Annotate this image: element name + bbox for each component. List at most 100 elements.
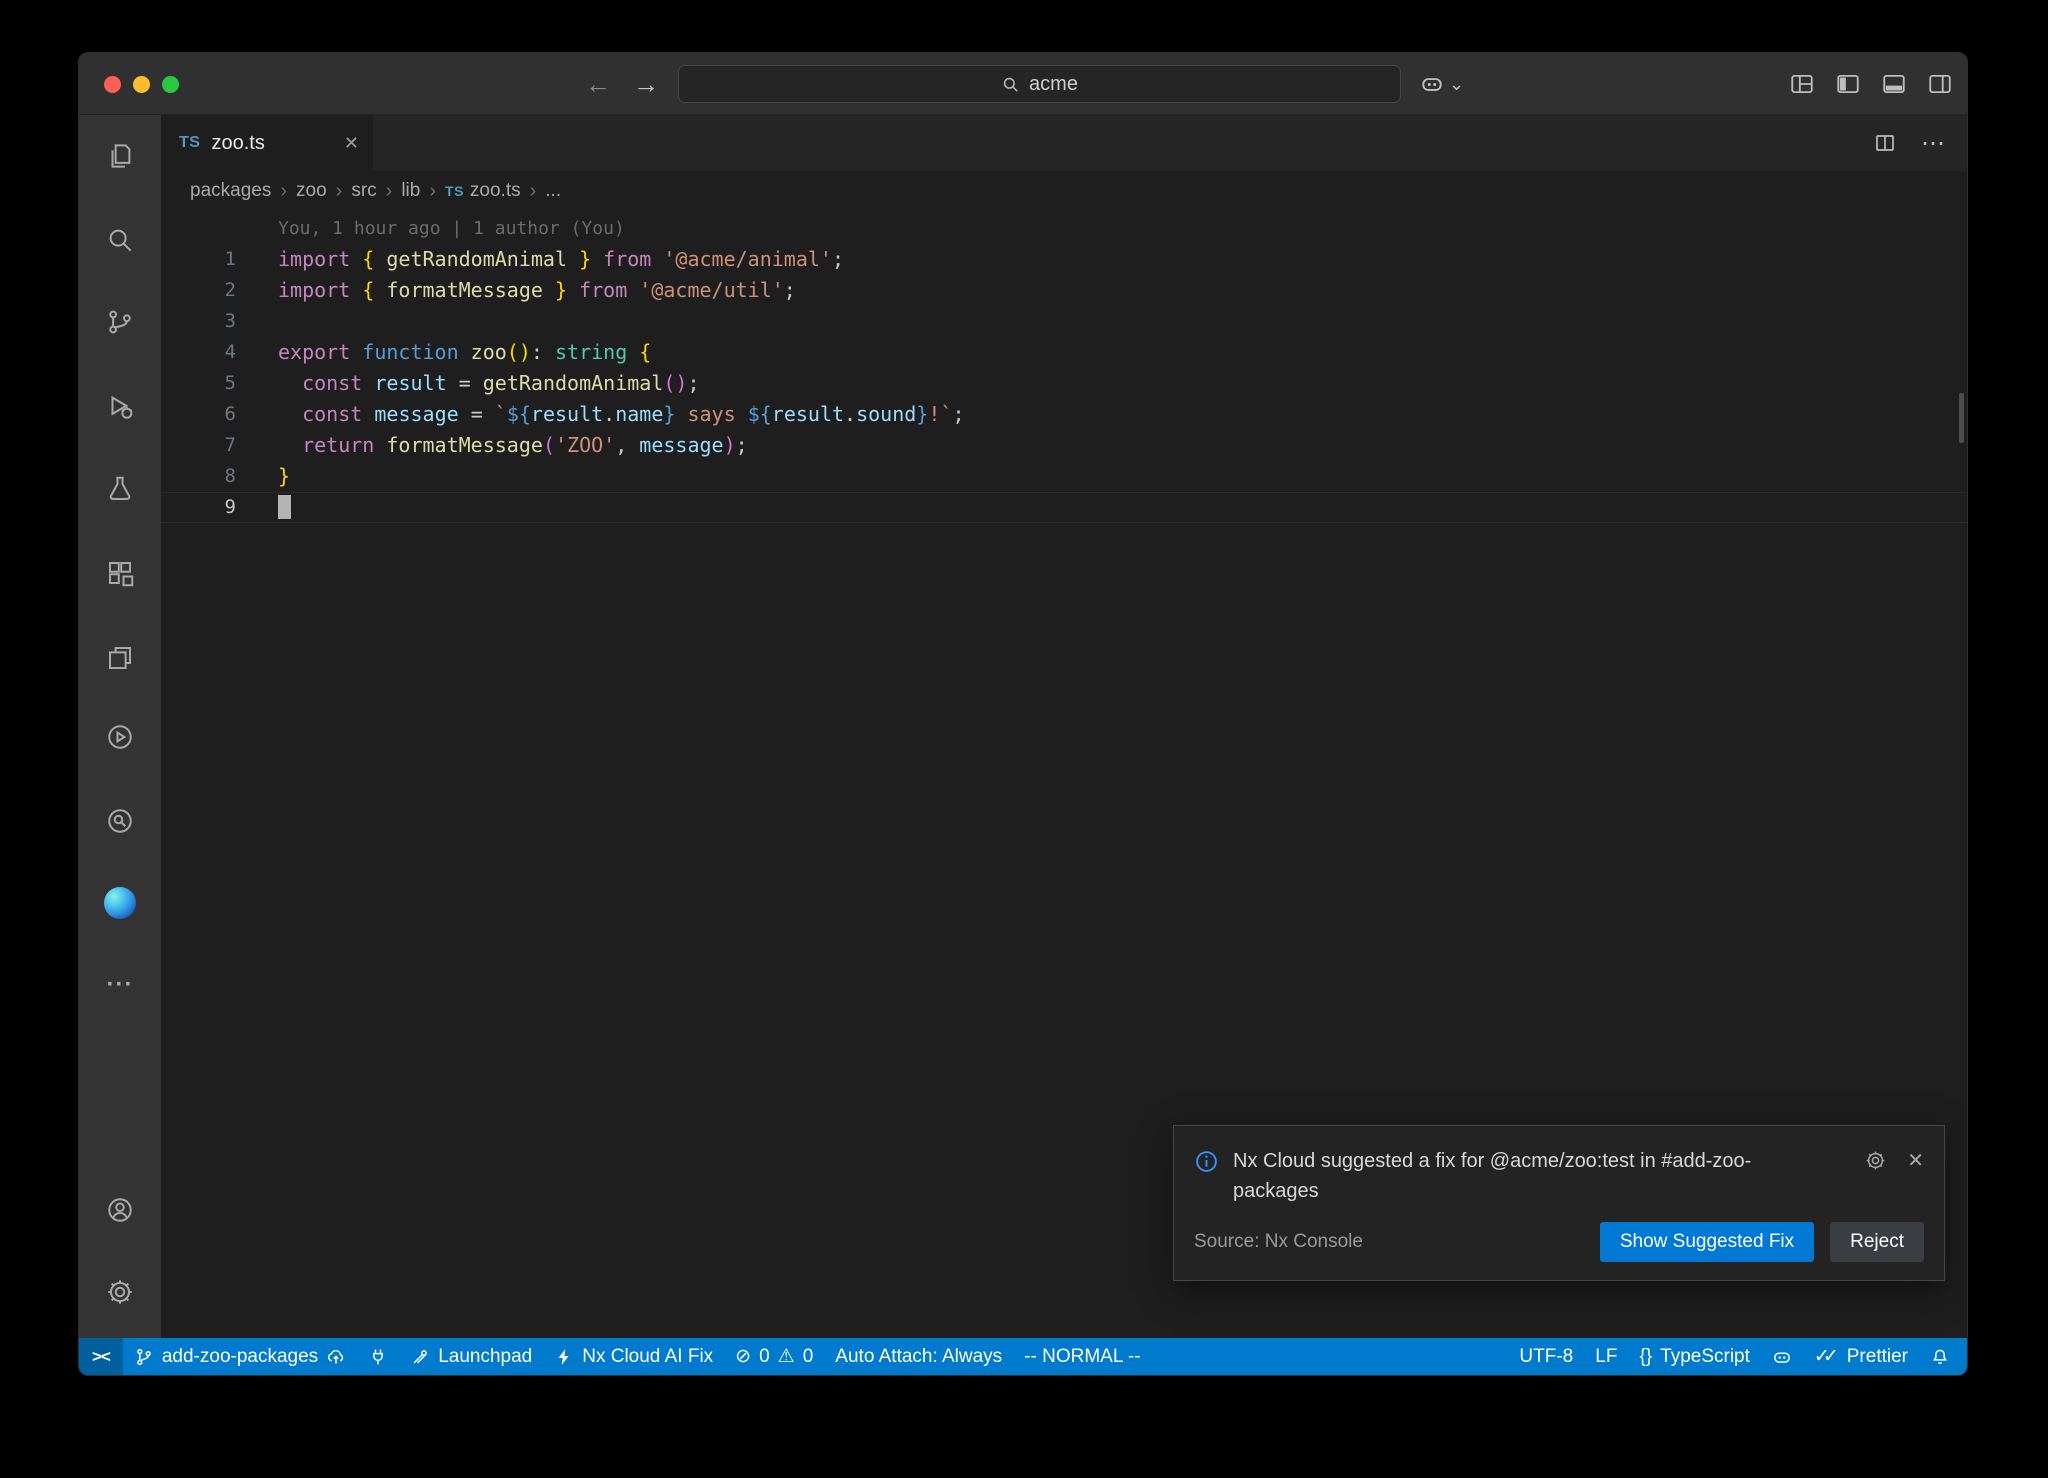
- code-line[interactable]: 9: [161, 492, 1967, 523]
- breadcrumb-separator-icon: ›: [429, 180, 436, 203]
- command-center-search[interactable]: acme: [678, 65, 1401, 103]
- account-icon[interactable]: [102, 1192, 138, 1228]
- language-label: TypeScript: [1660, 1346, 1750, 1368]
- notification-source: Source: Nx Console: [1194, 1231, 1363, 1253]
- source-control-icon[interactable]: [102, 304, 138, 340]
- more-actions-icon[interactable]: ⋯: [1921, 129, 1945, 158]
- customize-layout-icon[interactable]: [1789, 71, 1815, 97]
- notification-close-icon[interactable]: ✕: [1907, 1148, 1924, 1173]
- edge-logo: [104, 887, 136, 919]
- reject-button[interactable]: Reject: [1830, 1222, 1924, 1262]
- tab-zoo-ts[interactable]: TS zoo.ts ✕: [161, 115, 373, 171]
- error-icon: ⊘: [735, 1345, 751, 1368]
- code-line[interactable]: 4 export function zoo(): string {: [161, 337, 1967, 368]
- branch-indicator[interactable]: add-zoo-packages: [123, 1338, 357, 1375]
- blame-annotation[interactable]: You, 1 hour ago | 1 author (You): [161, 213, 1967, 244]
- breadcrumb-item[interactable]: packages: [190, 180, 271, 202]
- line-number[interactable]: 5: [161, 368, 236, 399]
- breadcrumb-more[interactable]: ...: [545, 180, 561, 202]
- check-all-icon: ✓✓: [1814, 1345, 1839, 1368]
- testing-icon[interactable]: [102, 471, 138, 507]
- language-mode-indicator[interactable]: {} TypeScript: [1628, 1338, 1760, 1375]
- breadcrumb-item[interactable]: lib: [401, 180, 420, 202]
- warning-count: 0: [803, 1346, 814, 1368]
- line-number[interactable]: 1: [161, 244, 236, 275]
- code-content: import { getRandomAnimal } from '@acme/a…: [278, 244, 844, 275]
- editor-scrollbar[interactable]: [1959, 393, 1964, 443]
- copilot-status[interactable]: [1761, 1338, 1803, 1375]
- line-number[interactable]: 8: [161, 461, 236, 492]
- launchpad-button[interactable]: Launchpad: [399, 1338, 543, 1375]
- notifications-bell[interactable]: [1919, 1338, 1961, 1375]
- breadcrumb-separator-icon: ›: [530, 180, 537, 203]
- copilot-icon: [1772, 1347, 1792, 1367]
- search-view-icon[interactable]: [102, 222, 138, 258]
- vim-mode-indicator[interactable]: -- NORMAL --: [1013, 1338, 1151, 1375]
- warning-icon: ⚠: [778, 1345, 795, 1368]
- navigate-forward-icon[interactable]: →: [633, 53, 659, 115]
- vim-mode-label: -- NORMAL --: [1024, 1346, 1140, 1368]
- line-number[interactable]: 3: [161, 306, 236, 337]
- traffic-lights: [104, 53, 179, 115]
- code-content: const result = getRandomAnimal();: [278, 368, 700, 399]
- cloud-upload-icon: [326, 1347, 346, 1367]
- line-number[interactable]: 9: [161, 492, 236, 523]
- toggle-secondary-sidebar-icon[interactable]: [1927, 71, 1953, 97]
- plug-indicator[interactable]: [357, 1338, 399, 1375]
- bolt-icon: [554, 1347, 574, 1367]
- formatter-label: Prettier: [1847, 1346, 1908, 1368]
- tab-bar: TS zoo.ts ✕ ⋯: [161, 115, 1967, 171]
- code-line[interactable]: 8}: [161, 461, 1967, 492]
- line-number[interactable]: 2: [161, 275, 236, 306]
- additional-views-icon[interactable]: ···: [102, 967, 138, 1003]
- extensions-icon[interactable]: [102, 555, 138, 591]
- breadcrumb-item[interactable]: src: [351, 180, 376, 202]
- code-line[interactable]: 1 import { getRandomAnimal } from '@acme/…: [161, 244, 1967, 275]
- breadcrumb-item[interactable]: zoo: [296, 180, 327, 202]
- line-number[interactable]: 6: [161, 399, 236, 430]
- vscode-window: ← → acme ⌄ ·: [78, 52, 1968, 1376]
- title-bar: ← → acme ⌄: [79, 53, 1967, 115]
- line-number[interactable]: 7: [161, 430, 236, 461]
- code-search-icon[interactable]: [102, 803, 138, 839]
- zoom-window-button[interactable]: [162, 76, 179, 93]
- code-line[interactable]: 6 const message = `${result.name} says $…: [161, 399, 1967, 430]
- eol-label: LF: [1595, 1346, 1617, 1368]
- eol-indicator[interactable]: LF: [1584, 1338, 1628, 1375]
- navigate-back-icon[interactable]: ←: [585, 53, 611, 115]
- close-window-button[interactable]: [104, 76, 121, 93]
- breadcrumb-separator-icon: ›: [336, 180, 343, 203]
- nx-console-icon[interactable]: [102, 719, 138, 755]
- run-debug-icon[interactable]: [102, 389, 138, 425]
- code-content: export function zoo(): string {: [278, 337, 651, 368]
- formatter-indicator[interactable]: ✓✓ Prettier: [1803, 1338, 1919, 1375]
- minimize-window-button[interactable]: [133, 76, 150, 93]
- copilot-menu[interactable]: ⌄: [1419, 53, 1464, 115]
- remote-explorer-icon[interactable]: [102, 640, 138, 676]
- breadcrumb-separator-icon: ›: [386, 180, 393, 203]
- auto-attach-indicator[interactable]: Auto Attach: Always: [824, 1338, 1013, 1375]
- encoding-indicator[interactable]: UTF-8: [1508, 1338, 1584, 1375]
- line-number[interactable]: 4: [161, 337, 236, 368]
- code-line[interactable]: 3: [161, 306, 1967, 337]
- typescript-file-icon: TS: [445, 183, 464, 199]
- show-suggested-fix-button[interactable]: Show Suggested Fix: [1600, 1222, 1814, 1262]
- code-content: return formatMessage('ZOO', message);: [278, 430, 748, 461]
- code-line[interactable]: 5 const result = getRandomAnimal();: [161, 368, 1967, 399]
- remote-icon: ><: [92, 1347, 110, 1367]
- toggle-panel-icon[interactable]: [1881, 71, 1907, 97]
- bell-icon: [1930, 1347, 1950, 1367]
- code-line[interactable]: 2import { formatMessage } from '@acme/ut…: [161, 275, 1967, 306]
- edge-browser-icon[interactable]: [102, 885, 138, 921]
- explorer-icon[interactable]: [102, 138, 138, 174]
- breadcrumb-file[interactable]: TS zoo.ts: [445, 180, 521, 202]
- toggle-primary-sidebar-icon[interactable]: [1835, 71, 1861, 97]
- nx-cloud-fix-button[interactable]: Nx Cloud AI Fix: [543, 1338, 724, 1375]
- tab-close-icon[interactable]: ✕: [344, 133, 359, 154]
- notification-settings-gear-icon[interactable]: [1864, 1149, 1887, 1172]
- remote-indicator[interactable]: ><: [79, 1338, 123, 1375]
- code-line[interactable]: 7 return formatMessage('ZOO', message);: [161, 430, 1967, 461]
- split-editor-icon[interactable]: [1873, 131, 1897, 155]
- settings-gear-icon[interactable]: [102, 1274, 138, 1310]
- problems-indicator[interactable]: ⊘ 0 ⚠ 0: [724, 1338, 824, 1375]
